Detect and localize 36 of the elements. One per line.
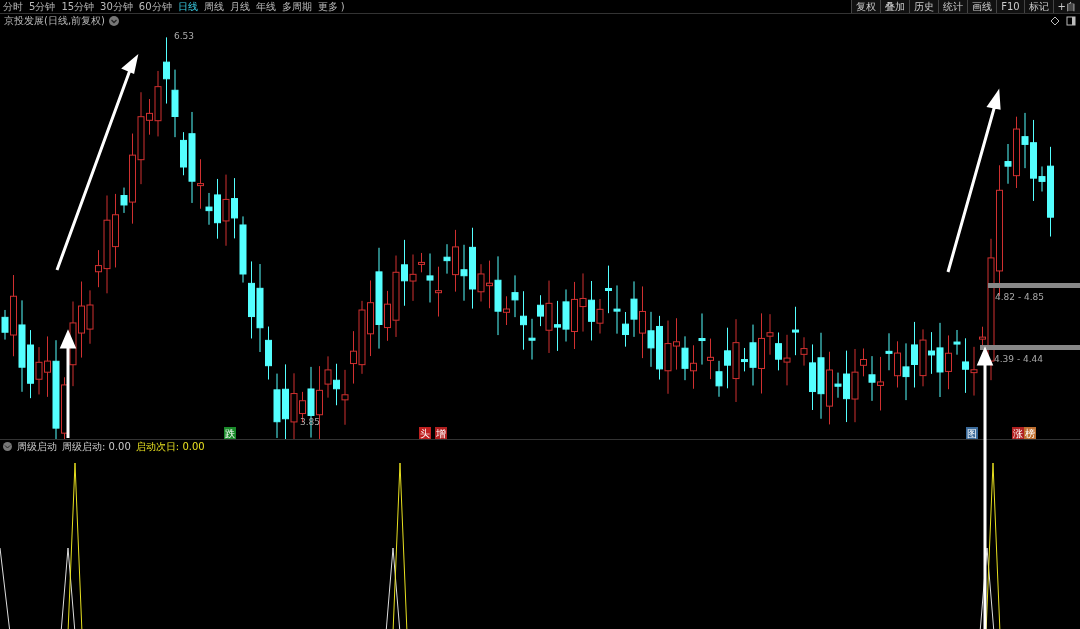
toolbar-button[interactable]: +自 [1052, 0, 1080, 13]
event-marker[interactable]: 增 [435, 427, 447, 439]
period-tab[interactable]: 5分钟 [29, 0, 56, 14]
collapse-icon[interactable] [3, 442, 12, 451]
event-marker[interactable]: 跌 [224, 427, 236, 439]
toolbar-button[interactable]: 统计 [938, 0, 968, 13]
period-tab[interactable]: 年线 [255, 0, 276, 14]
diamond-icon[interactable] [1050, 15, 1060, 26]
toolbar-button[interactable]: 历史 [909, 0, 939, 13]
panel-icon[interactable] [1066, 15, 1076, 26]
price-zone-label: 4.82 - 4.85 [995, 292, 1045, 302]
event-marker[interactable]: 头 [419, 427, 431, 439]
period-tab[interactable]: 分时 [3, 0, 23, 14]
event-marker[interactable]: 图 [966, 427, 978, 439]
toolbar-button[interactable]: F10 [996, 0, 1024, 13]
period-tab[interactable]: 日线 [177, 0, 198, 14]
toolbar-button[interactable]: 复权 [851, 0, 881, 13]
period-tab[interactable]: 周线 [203, 0, 224, 14]
chart-title: 京投发展(日线,前复权) [4, 13, 105, 28]
high-price-label: 6.53 [174, 31, 195, 41]
period-tab[interactable]: 60分钟 [138, 0, 172, 14]
period-tab[interactable]: 月线 [229, 0, 250, 14]
dropdown-icon[interactable] [109, 15, 119, 26]
period-tab[interactable]: 更多 ) [317, 0, 345, 14]
period-tab[interactable]: 15分钟 [61, 0, 95, 14]
event-marker[interactable]: 涨 [1012, 427, 1024, 439]
event-marker[interactable]: 榜 [1024, 427, 1036, 439]
toolbar-button[interactable]: 叠加 [880, 0, 910, 13]
period-tab[interactable]: 多周期 [281, 0, 312, 14]
toolbar-button[interactable]: 画线 [967, 0, 997, 13]
indicator-name: 周级启动 [17, 439, 57, 454]
toolbar-button[interactable]: 标记 [1023, 0, 1053, 13]
period-tab[interactable]: 30分钟 [100, 0, 133, 14]
price-zone-label: 4.39 - 4.44 [994, 354, 1044, 364]
indicator-value: 启动次日: 0.00 [135, 439, 205, 454]
indicator-value: 周级启动: 0.00 [62, 439, 131, 454]
